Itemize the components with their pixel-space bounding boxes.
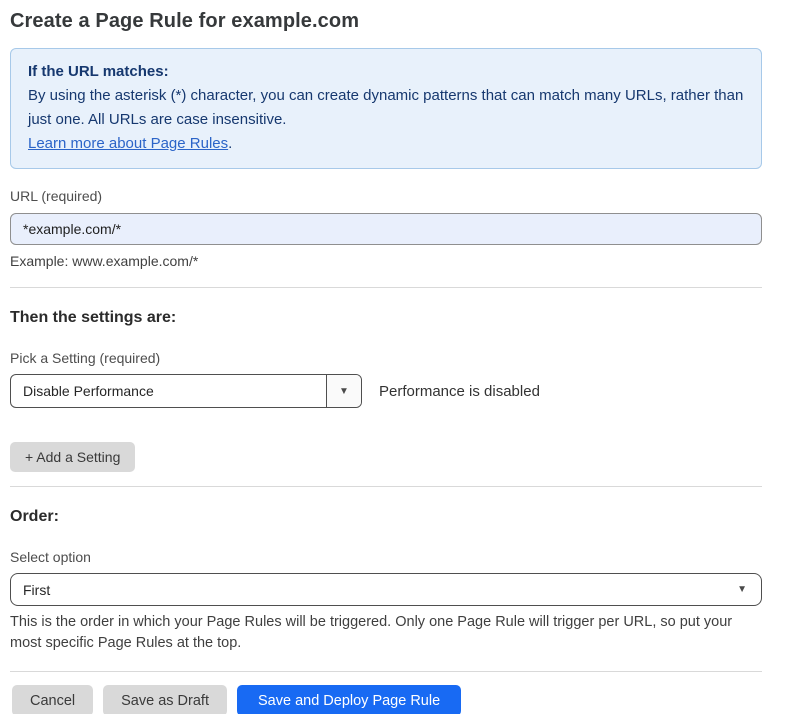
footer-actions: Cancel Save as Draft Save and Deploy Pag… bbox=[10, 685, 762, 714]
footer-divider bbox=[10, 671, 762, 672]
page-rule-form: Create a Page Rule for example.com If th… bbox=[0, 0, 790, 714]
add-setting-button[interactable]: + Add a Setting bbox=[10, 442, 135, 472]
order-help-text: This is the order in which your Page Rul… bbox=[10, 612, 755, 654]
url-match-info-box: If the URL matches: By using the asteris… bbox=[10, 48, 762, 169]
setting-select-value: Disable Performance bbox=[11, 375, 326, 407]
order-select-label: Select option bbox=[10, 549, 762, 565]
pick-setting-label: Pick a Setting (required) bbox=[10, 350, 762, 366]
info-box-body: By using the asterisk (*) character, you… bbox=[28, 84, 744, 132]
link-suffix: . bbox=[228, 135, 232, 152]
setting-status-text: Performance is disabled bbox=[379, 383, 540, 400]
save-as-draft-button[interactable]: Save as Draft bbox=[103, 685, 227, 714]
url-example-text: Example: www.example.com/* bbox=[10, 253, 762, 269]
order-select-value: First bbox=[23, 582, 50, 598]
page-title: Create a Page Rule for example.com bbox=[10, 8, 762, 34]
chevron-down-icon: ▼ bbox=[339, 386, 349, 397]
setting-select[interactable]: Disable Performance ▼ bbox=[10, 374, 362, 408]
setting-select-arrow-button[interactable]: ▼ bbox=[326, 375, 361, 407]
section-divider bbox=[10, 486, 762, 487]
order-select[interactable]: First ▼ bbox=[10, 573, 762, 606]
section-divider bbox=[10, 287, 762, 288]
order-section-heading: Order: bbox=[10, 508, 762, 526]
settings-section-heading: Then the settings are: bbox=[10, 309, 762, 327]
setting-row: Disable Performance ▼ Performance is dis… bbox=[10, 374, 762, 408]
info-box-heading: If the URL matches: bbox=[28, 60, 744, 84]
cancel-button[interactable]: Cancel bbox=[12, 685, 93, 714]
url-field-label: URL (required) bbox=[10, 188, 762, 204]
info-box-link-line: Learn more about Page Rules. bbox=[28, 132, 744, 156]
save-and-deploy-button[interactable]: Save and Deploy Page Rule bbox=[237, 685, 461, 714]
url-input[interactable] bbox=[10, 213, 762, 245]
chevron-down-icon: ▼ bbox=[737, 584, 747, 595]
learn-more-link[interactable]: Learn more about Page Rules bbox=[28, 135, 228, 152]
